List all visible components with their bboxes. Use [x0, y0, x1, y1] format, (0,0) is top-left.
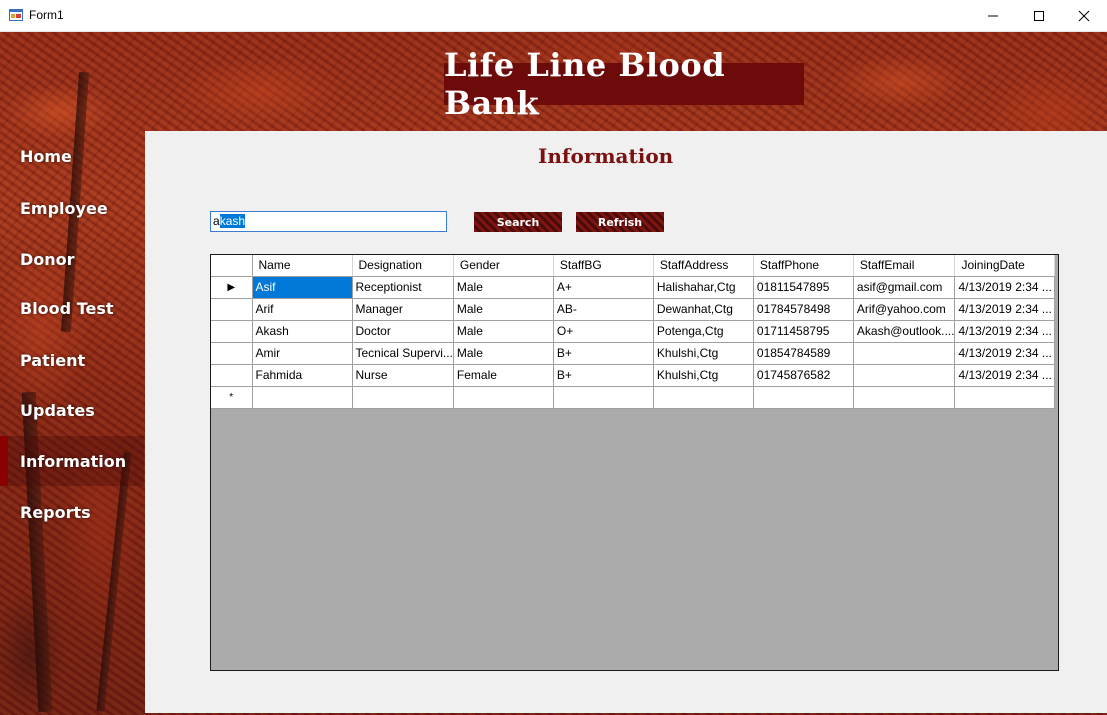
table-cell[interactable]: Male	[453, 342, 554, 365]
table-row[interactable]: Akash Doctor Male O+ Potenga,Ctg 0171145…	[211, 320, 1056, 343]
table-cell[interactable]: Male	[453, 276, 554, 299]
table-cell[interactable]: 01784578498	[753, 298, 854, 321]
column-header-name[interactable]: Name	[252, 255, 353, 277]
table-cell[interactable]: 01745876582	[753, 364, 854, 387]
table-cell[interactable]: B+	[553, 364, 654, 387]
column-header-staffphone[interactable]: StaffPhone	[753, 255, 854, 277]
table-cell[interactable]: Female	[453, 364, 554, 387]
table-cell[interactable]: asif@gmail.com	[853, 276, 956, 299]
table-row[interactable]: Arif Manager Male AB- Dewanhat,Ctg 01784…	[211, 298, 1056, 321]
nav-updates[interactable]: Updates	[0, 388, 144, 432]
table-cell[interactable]: 4/13/2019 2:34 ...	[954, 298, 1056, 321]
search-input[interactable]: akash	[210, 211, 447, 232]
page-title: Information	[538, 144, 674, 168]
staff-table: Name Designation Gender StaffBG StaffAdd…	[211, 255, 1056, 409]
search-button[interactable]: Search	[474, 212, 562, 232]
table-cell[interactable]: Nurse	[352, 364, 454, 387]
close-button[interactable]	[1061, 0, 1107, 31]
minimize-button[interactable]	[970, 0, 1016, 31]
column-header-staffemail[interactable]: StaffEmail	[853, 255, 956, 277]
table-cell[interactable]	[653, 386, 754, 409]
table-cell[interactable]: 01854784589	[753, 342, 854, 365]
nav-patient[interactable]: Patient	[0, 338, 144, 382]
table-cell[interactable]: 4/13/2019 2:34 ...	[954, 342, 1056, 365]
table-cell[interactable]	[453, 386, 554, 409]
column-header-staffbg[interactable]: StaffBG	[553, 255, 654, 277]
table-cell[interactable]	[853, 342, 956, 365]
table-cell[interactable]: 01711458795	[753, 320, 854, 343]
nav-employee[interactable]: Employee	[0, 186, 144, 230]
new-row[interactable]: *	[211, 386, 1056, 409]
staff-data-grid[interactable]: Name Designation Gender StaffBG StaffAdd…	[210, 254, 1059, 671]
table-row[interactable]: Amir Tecnical Supervi... Male B+ Khulshi…	[211, 342, 1056, 365]
table-cell[interactable]: B+	[553, 342, 654, 365]
table-cell[interactable]: Doctor	[352, 320, 454, 343]
table-cell[interactable]: 01811547895	[753, 276, 854, 299]
table-cell[interactable]: 4/13/2019 2:34 ...	[954, 320, 1056, 343]
table-cell[interactable]	[352, 386, 454, 409]
table-cell[interactable]: Asif	[252, 276, 353, 299]
current-row-indicator-icon[interactable]: ▶	[211, 276, 253, 299]
row-header[interactable]	[211, 342, 253, 365]
table-cell[interactable]: O+	[553, 320, 654, 343]
search-value-prefix: a	[213, 214, 220, 228]
table-row[interactable]: ▶ Asif Receptionist Male A+ Halishahar,C…	[211, 276, 1056, 299]
table-cell[interactable]: Male	[453, 320, 554, 343]
nav-blood-test[interactable]: Blood Test	[0, 286, 144, 330]
table-cell[interactable]	[553, 386, 654, 409]
nav-reports[interactable]: Reports	[0, 490, 144, 534]
new-row-indicator-icon[interactable]: *	[211, 386, 253, 409]
app-banner: Life Line Blood Bank	[444, 46, 804, 122]
table-cell[interactable]: Khulshi,Ctg	[653, 364, 754, 387]
nav-home[interactable]: Home	[0, 134, 144, 178]
table-cell[interactable]: Male	[453, 298, 554, 321]
minimize-icon	[988, 15, 998, 16]
table-header-row: Name Designation Gender StaffBG StaffAdd…	[211, 255, 1056, 277]
column-header-joiningdate[interactable]: JoiningDate	[954, 255, 1056, 277]
row-header[interactable]	[211, 298, 253, 321]
table-cell[interactable]: Potenga,Ctg	[653, 320, 754, 343]
maximize-button[interactable]	[1016, 0, 1062, 31]
table-cell[interactable]	[753, 386, 854, 409]
table-cell[interactable]: Fahmida	[252, 364, 353, 387]
table-cell[interactable]: Arif	[252, 298, 353, 321]
table-cell[interactable]	[252, 386, 353, 409]
table-cell[interactable]: Khulshi,Ctg	[653, 342, 754, 365]
close-icon	[1078, 10, 1090, 21]
refresh-button[interactable]: Refrish	[576, 212, 664, 232]
table-cell[interactable]: Tecnical Supervi...	[352, 342, 454, 365]
table-cell[interactable]: Halishahar,Ctg	[653, 276, 754, 299]
table-cell[interactable]: AB-	[553, 298, 654, 321]
table-cell[interactable]: Akash	[252, 320, 353, 343]
table-cell[interactable]: Dewanhat,Ctg	[653, 298, 754, 321]
table-cell[interactable]: A+	[553, 276, 654, 299]
nav-donor[interactable]: Donor	[0, 237, 144, 281]
table-cell[interactable]	[853, 386, 956, 409]
row-header[interactable]	[211, 364, 253, 387]
table-cell[interactable]: Arif@yahoo.com	[853, 298, 956, 321]
table-cell[interactable]: Akash@outlook....	[853, 320, 956, 343]
column-header-staffaddress[interactable]: StaffAddress	[653, 255, 754, 277]
table-row[interactable]: Fahmida Nurse Female B+ Khulshi,Ctg 0174…	[211, 364, 1056, 387]
table-cell[interactable]: 4/13/2019 2:34 ...	[954, 276, 1056, 299]
row-header[interactable]	[211, 320, 253, 343]
table-cell[interactable]: Receptionist	[352, 276, 454, 299]
table-cell[interactable]: Manager	[352, 298, 454, 321]
table-cell[interactable]	[853, 364, 956, 387]
banner-title: Life Line Blood Bank	[444, 46, 726, 122]
main-panel: Information akash Search Refrish Name De…	[145, 131, 1107, 713]
table-cell[interactable]: 4/13/2019 2:34 ...	[954, 364, 1056, 387]
app-icon	[9, 9, 23, 21]
table-cell[interactable]: Amir	[252, 342, 353, 365]
column-header-gender[interactable]: Gender	[453, 255, 554, 277]
column-header-designation[interactable]: Designation	[352, 255, 454, 277]
search-value-selected: kash	[219, 214, 246, 228]
window-title: Form1	[29, 8, 64, 22]
maximize-icon	[1034, 10, 1044, 21]
nav-information[interactable]: Information	[0, 436, 144, 486]
row-header-corner	[211, 255, 253, 277]
table-cell[interactable]	[954, 386, 1056, 409]
title-bar: Form1	[0, 0, 1107, 32]
